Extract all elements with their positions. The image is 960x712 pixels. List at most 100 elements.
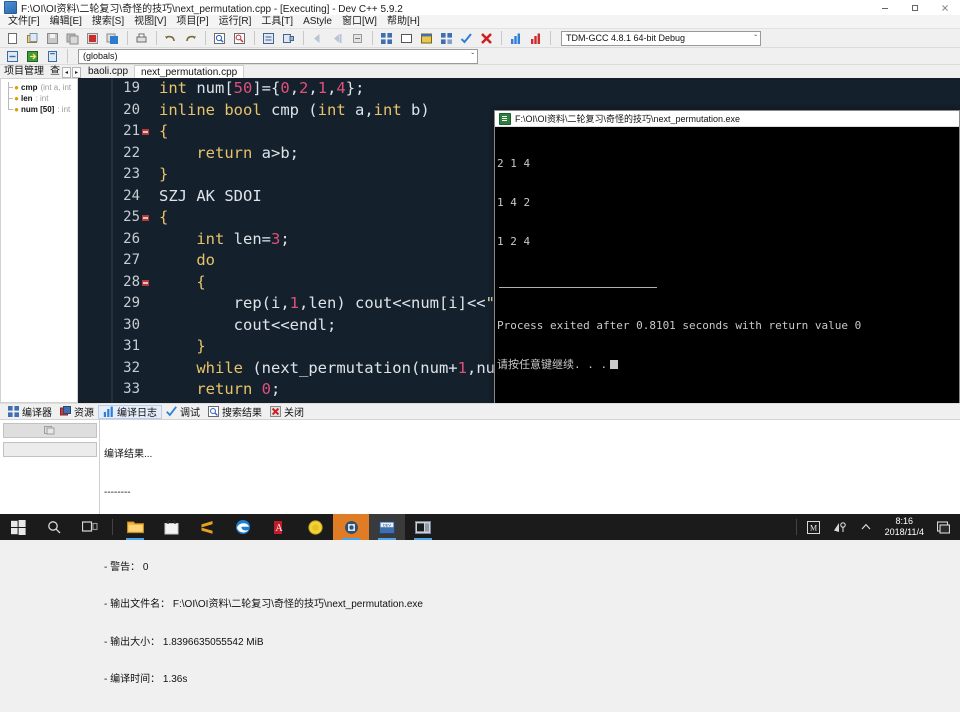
network-icon[interactable] <box>827 514 853 540</box>
compile-run-icon[interactable] <box>417 29 436 48</box>
tab-resources[interactable]: 资源 <box>56 405 98 419</box>
undo-icon[interactable] <box>161 29 180 48</box>
tab-label: 资源 <box>74 408 94 419</box>
project-tree-panel: ● cmp (int a, int ● len : int ● num [50]… <box>0 78 78 403</box>
menu-help[interactable]: 帮助[H] <box>382 15 425 28</box>
forward-icon[interactable] <box>328 29 347 48</box>
menu-view[interactable]: 视图[V] <box>129 15 171 28</box>
console-icon <box>499 112 511 125</box>
profile-icon[interactable] <box>506 29 525 48</box>
close-button[interactable] <box>930 0 960 15</box>
taskbar-media-player[interactable] <box>297 514 333 540</box>
taskbar-microsoft-store[interactable] <box>153 514 189 540</box>
goto-function-icon[interactable] <box>279 29 298 48</box>
menu-edit[interactable]: 编辑[E] <box>45 15 87 28</box>
taskbar-clock[interactable]: 8:16 2018/11/4 <box>879 514 930 540</box>
insert-icon[interactable] <box>3 47 22 66</box>
toggle-bookmark-icon[interactable] <box>348 29 367 48</box>
ime-indicator[interactable]: M <box>801 514 827 540</box>
code-text: cout<<endl; <box>159 315 337 337</box>
taskbar-devcpp-window[interactable]: DEV <box>369 514 405 540</box>
tree-item-cmp[interactable]: ● cmp (int a, int <box>3 82 77 93</box>
debug-profile-icon[interactable] <box>526 29 545 48</box>
toolbar-separator <box>372 31 373 45</box>
taskbar-file-explorer[interactable] <box>117 514 153 540</box>
file-tab-baoli[interactable]: baoli.cpp <box>82 65 135 78</box>
chevron-down-icon: ˇ <box>471 51 474 61</box>
tab-scroll-right-button[interactable]: ▸ <box>72 67 81 78</box>
run-icon[interactable] <box>397 29 416 48</box>
new-file-icon[interactable] <box>3 29 22 48</box>
file-tab-next-permutation[interactable]: next_permutation.cpp <box>134 65 245 78</box>
console-title-text: F:\OI\OI资料\二轮复习\奇怪的技巧\next_permutation.e… <box>515 114 741 124</box>
taskbar-sublime-text[interactable] <box>189 514 225 540</box>
code-fold-marker[interactable] <box>142 279 149 286</box>
code-fold-marker[interactable] <box>142 129 149 135</box>
menu-tools[interactable]: 工具[T] <box>256 15 298 28</box>
grid-icon <box>8 406 19 417</box>
toggle-breakpoint-icon[interactable] <box>23 47 42 66</box>
log-divider <box>99 420 100 515</box>
find-icon[interactable] <box>210 29 229 48</box>
save-file-icon[interactable] <box>43 29 62 48</box>
code-token: 3 <box>270 229 281 248</box>
tab-compile-log[interactable]: 编译日志 <box>98 404 162 419</box>
back-icon[interactable] <box>308 29 327 48</box>
console-title-bar: F:\OI\OI资料\二轮复习\奇怪的技巧\next_permutation.e… <box>495 111 959 127</box>
menu-file[interactable]: 文件[F] <box>3 15 45 28</box>
compile-log-buttons <box>3 423 97 511</box>
close-all-icon[interactable] <box>103 29 122 48</box>
tab-debug[interactable]: 调试 <box>162 405 204 419</box>
code-token: 50 <box>233 79 253 97</box>
tab-close[interactable]: 关闭 <box>266 405 308 419</box>
redo-icon[interactable] <box>181 29 200 48</box>
print-icon[interactable] <box>132 29 151 48</box>
open-file-icon[interactable] <box>23 29 42 48</box>
tab-scroll-left-button[interactable]: ◂ <box>62 67 71 78</box>
code-token: ; <box>280 229 290 248</box>
find-next-icon[interactable] <box>230 29 249 48</box>
maximize-button[interactable] <box>900 0 930 15</box>
code-line[interactable]: 19 int num[50]={0,2,1,4}; <box>113 78 960 100</box>
scope-select[interactable]: (globals) ˇ <box>78 48 478 64</box>
log-clear-button[interactable] <box>3 442 97 457</box>
taskbar-console-window[interactable] <box>405 514 441 540</box>
code-token: } <box>159 165 169 183</box>
tree-item-num[interactable]: ● num [50] : int <box>3 104 77 115</box>
action-center-icon[interactable] <box>930 514 956 540</box>
log-copy-button[interactable] <box>3 423 97 438</box>
code-fold-marker[interactable] <box>142 215 149 221</box>
save-all-icon[interactable] <box>63 29 82 48</box>
taskbar-devcpp[interactable] <box>333 514 369 540</box>
minimize-button[interactable] <box>870 0 900 15</box>
menu-search[interactable]: 搜索[S] <box>87 15 129 28</box>
compiler-select[interactable]: TDM-GCC 4.8.1 64-bit Debug ˇ <box>561 30 761 46</box>
show-hidden-icons-chevron[interactable] <box>853 514 879 540</box>
rebuild-icon[interactable] <box>437 29 456 48</box>
stop-execution-icon[interactable] <box>477 29 496 48</box>
menu-project[interactable]: 项目[P] <box>171 15 213 28</box>
code-token: int <box>317 100 355 119</box>
tree-item-len[interactable]: ● len : int <box>3 93 77 104</box>
menu-window[interactable]: 窗口[W] <box>337 15 382 28</box>
goto-line-icon[interactable] <box>259 29 278 48</box>
tab-search-results[interactable]: 搜索结果 <box>204 405 266 419</box>
console-exit-message: Process exited after 0.8101 seconds with… <box>497 319 862 332</box>
goto-declaration-icon[interactable] <box>43 47 62 66</box>
console-window[interactable]: F:\OI\OI资料\二轮复习\奇怪的技巧\next_permutation.e… <box>494 110 960 428</box>
menu-astyle[interactable]: AStyle <box>298 15 337 28</box>
taskbar-microsoft-edge[interactable] <box>225 514 261 540</box>
compile-icon[interactable] <box>377 29 396 48</box>
taskbar-search-icon[interactable] <box>36 514 72 540</box>
devcpp-icon <box>4 1 17 14</box>
taskbar-adobe-reader[interactable]: A <box>261 514 297 540</box>
close-file-icon[interactable] <box>83 29 102 48</box>
tab-compiler[interactable]: 编译器 <box>4 405 56 419</box>
start-button[interactable] <box>0 514 36 540</box>
tree-item-type: (int a, int <box>40 83 72 92</box>
panel-pin-button[interactable]: 查 <box>46 65 62 78</box>
taskbar-taskview-icon[interactable] <box>72 514 108 540</box>
tab-label: 搜索结果 <box>222 408 262 419</box>
syntax-check-icon[interactable] <box>457 29 476 48</box>
menu-run[interactable]: 运行[R] <box>214 15 257 28</box>
